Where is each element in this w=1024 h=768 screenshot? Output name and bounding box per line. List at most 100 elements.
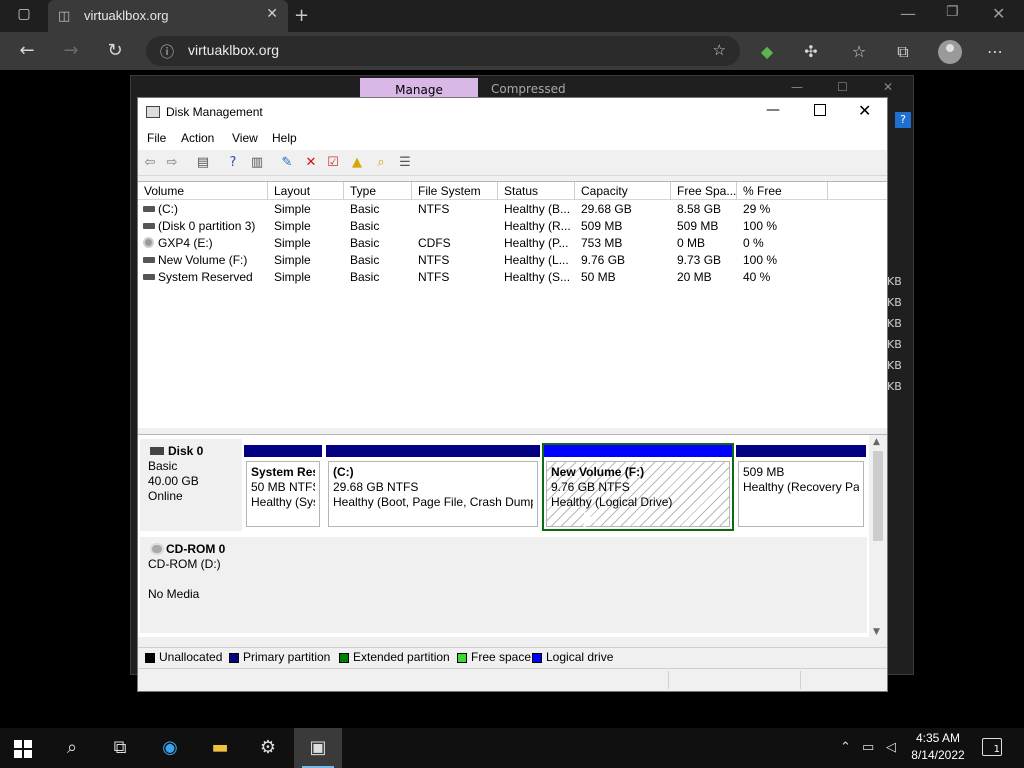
cdrom-0-label[interactable]: CD-ROM 0 CD-ROM (D:) No Media — [140, 537, 242, 633]
table-row[interactable]: New Volume (F:) Simple Basic NTFS Health… — [138, 252, 887, 269]
help-icon[interactable]: ? — [895, 112, 911, 128]
size-unit: KB — [887, 359, 902, 372]
back-icon[interactable]: ← — [16, 40, 38, 62]
bg-close-icon[interactable]: ✕ — [883, 80, 893, 94]
table-row[interactable]: GXP4 (E:) Simple Basic CDFS Healthy (P..… — [138, 235, 887, 252]
graph-vertical-scrollbar[interactable]: ▲ ▼ — [869, 435, 887, 638]
notification-center-icon[interactable]: 1 — [982, 738, 1002, 756]
address-bar[interactable]: ⓘ virtuaklbox.org ☆ — [146, 36, 740, 66]
forward-icon[interactable]: → — [60, 40, 82, 62]
help-book-icon[interactable]: ? — [224, 154, 242, 172]
cdrom-0-area[interactable] — [242, 537, 867, 633]
table-row[interactable]: System Reserved Simple Basic NTFS Health… — [138, 269, 887, 286]
menu-file[interactable]: File — [147, 131, 166, 145]
window-titlebar[interactable]: Disk Management — ✕ — [138, 98, 887, 128]
volume-free: 0 MB — [677, 236, 706, 250]
list-view-icon[interactable]: ☰ — [396, 154, 414, 172]
disk-0-label[interactable]: Disk 0 Basic 40.00 GB Online — [140, 439, 242, 531]
windows-start-icon[interactable] — [14, 740, 32, 758]
column-header[interactable]: Free Spa... — [671, 182, 737, 200]
partition-size: 509 MB — [743, 465, 785, 479]
minimize-icon[interactable]: — — [766, 102, 780, 118]
column-header[interactable]: File System — [412, 182, 498, 200]
bg-minimize-icon[interactable]: — — [791, 80, 803, 94]
refresh-icon[interactable]: ↻ — [104, 40, 126, 62]
check-icon[interactable]: ☑ — [324, 154, 342, 172]
control-panel-icon[interactable]: ⚙ — [244, 728, 292, 768]
collections-icon[interactable]: ⧉ — [892, 41, 914, 63]
partition-recovery[interactable]: 509 MB Healthy (Recovery Par — [736, 445, 866, 529]
browser-restore-icon[interactable]: ❐ — [946, 4, 959, 20]
column-header[interactable]: Volume — [138, 182, 268, 200]
ribbon-tab-manage[interactable]: Manage — [360, 78, 478, 98]
new-tab-icon[interactable]: + — [294, 5, 309, 26]
connect-icon[interactable]: ✎ — [278, 154, 296, 172]
partition-c[interactable]: (C:) 29.68 GB NTFS Healthy (Boot, Page F… — [326, 445, 540, 529]
console-tree-icon[interactable]: ▥ — [248, 154, 266, 172]
extensions-icon[interactable]: ✣ — [800, 41, 822, 63]
volume-type: Basic — [350, 270, 380, 284]
browser-minimize-icon[interactable]: — — [900, 4, 916, 23]
ribbon-label-compressed: Compressed — [491, 82, 566, 96]
favorites-icon[interactable]: ☆ — [848, 41, 870, 63]
partition-size: 50 MB NTFS — [251, 480, 315, 494]
close-icon[interactable]: ✕ — [858, 101, 871, 120]
partition-system-reserved[interactable]: System Rese 50 MB NTFS Healthy (Sys — [244, 445, 322, 529]
column-header[interactable]: Type — [344, 182, 412, 200]
disk-state: Online — [148, 489, 183, 503]
browser-close-icon[interactable]: ✕ — [992, 4, 1005, 23]
volume-pct-free: 100 % — [743, 219, 778, 233]
search-folder-icon[interactable]: ⌕ — [372, 154, 390, 172]
table-row[interactable]: (Disk 0 partition 3) Simple Basic Health… — [138, 218, 887, 235]
task-view-icon[interactable]: ⧉ — [96, 728, 144, 768]
volume-capacity: 50 MB — [581, 270, 616, 284]
profile-avatar[interactable] — [938, 40, 962, 64]
volume-pct-free: 29 % — [743, 202, 771, 216]
scroll-thumb[interactable] — [873, 451, 883, 541]
search-icon[interactable]: ⌕ — [48, 728, 96, 768]
back-arrow-icon[interactable]: ⇦ — [141, 154, 159, 172]
volume-muted-icon[interactable]: ◁ — [886, 740, 896, 755]
bg-maximize-icon[interactable]: ☐ — [837, 80, 848, 94]
legend-swatch-unallocated — [145, 653, 155, 663]
folder-up-icon[interactable]: ▲ — [348, 154, 366, 172]
tray-chevron-icon[interactable]: ⌃ — [840, 740, 851, 755]
maximize-icon[interactable] — [814, 104, 826, 116]
drive-icon — [143, 274, 155, 280]
properties-icon[interactable]: ▤ — [194, 154, 212, 172]
menu-help[interactable]: Help — [272, 131, 297, 145]
extension-vpn-icon[interactable]: ◆ — [756, 41, 778, 63]
clock-date[interactable]: 8/14/2022 — [906, 748, 970, 762]
volume-fs: CDFS — [418, 236, 451, 250]
tab-close-icon[interactable]: ✕ — [266, 6, 278, 22]
column-header[interactable]: Layout — [268, 182, 344, 200]
column-header[interactable]: Status — [498, 182, 575, 200]
legend-label: Extended partition — [353, 650, 450, 664]
disk-management-taskbar-icon[interactable]: ▣ — [294, 728, 342, 768]
column-header[interactable]: % Free — [737, 182, 828, 200]
partition-f-selected[interactable]: New Volume (F:) 9.76 GB NTFS Healthy (Lo… — [542, 443, 734, 531]
file-explorer-icon[interactable]: ▬ — [196, 728, 244, 768]
table-row[interactable]: (C:) Simple Basic NTFS Healthy (B... 29.… — [138, 201, 887, 218]
column-header[interactable]: Capacity — [575, 182, 671, 200]
volume-capacity: 509 MB — [581, 219, 623, 233]
page-favicon-icon: ◫ — [58, 9, 71, 24]
more-menu-icon[interactable]: ⋯ — [984, 41, 1006, 63]
menu-view[interactable]: View — [232, 131, 258, 145]
scroll-down-icon[interactable]: ▼ — [873, 627, 880, 637]
address-text[interactable]: virtuaklbox.org — [188, 42, 279, 58]
clock-time[interactable]: 4:35 AM — [910, 731, 966, 745]
edge-browser-icon[interactable]: ◉ — [146, 728, 194, 768]
browser-tab[interactable]: ◫ virtuaklbox.org ✕ — [48, 0, 288, 32]
tab-actions-icon[interactable]: ▢ — [10, 6, 38, 26]
scroll-up-icon[interactable]: ▲ — [873, 437, 880, 447]
menu-action[interactable]: Action — [181, 131, 214, 145]
forward-arrow-icon[interactable]: ⇨ — [163, 154, 181, 172]
partition-type-bar — [544, 445, 732, 457]
site-info-icon[interactable]: ⓘ — [160, 42, 174, 62]
add-favorite-icon[interactable]: ☆ — [713, 41, 726, 59]
delete-icon[interactable]: ✕ — [302, 154, 320, 172]
network-icon[interactable]: ▭ — [862, 740, 874, 755]
status-divider — [800, 671, 801, 689]
legend-label: Primary partition — [243, 650, 331, 664]
